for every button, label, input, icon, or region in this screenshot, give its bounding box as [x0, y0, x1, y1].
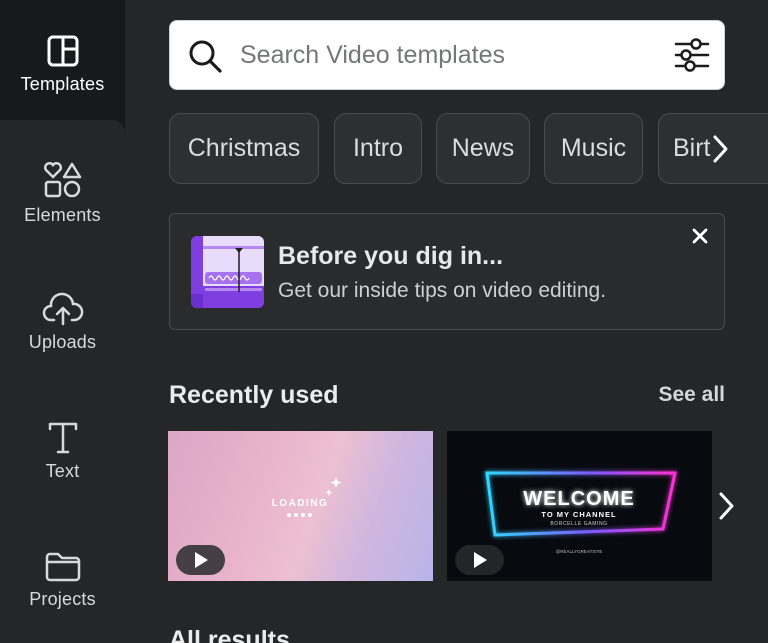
recently-used-heading: Recently used: [169, 381, 339, 409]
tips-banner[interactable]: Before you dig in... Get our inside tips…: [169, 213, 725, 330]
welcome-text: WELCOME: [523, 488, 634, 510]
sidebar-item-label: Elements: [24, 205, 101, 225]
sidebar-item-text[interactable]: Text: [0, 387, 125, 516]
channel-text: TO MY CHANNEL: [541, 510, 616, 519]
loading-text: LOADING: [272, 498, 329, 509]
sidebar-item-label: Templates: [20, 74, 105, 94]
play-icon: [473, 552, 487, 568]
app: Templates Elements Uploads Text Projects…: [0, 0, 768, 643]
sidebar-item-label: Text: [45, 461, 80, 481]
all-results-heading: All results: [169, 626, 290, 643]
handle-text: @REALLYGREATSITE: [556, 549, 603, 554]
search-icon[interactable]: [188, 39, 222, 78]
sidebar-item-label: Projects: [29, 589, 96, 609]
video-editing-thumbnail: [191, 236, 264, 308]
sidebar-item-elements[interactable]: Elements: [0, 129, 125, 258]
chevron-right-icon[interactable]: [711, 489, 741, 523]
template-card[interactable]: WELCOME TO MY CHANNEL BORCELLE GAMING @R…: [447, 431, 712, 581]
play-button[interactable]: [176, 545, 225, 575]
chevron-right-icon[interactable]: [705, 132, 735, 166]
cloud-upload-icon: [42, 292, 84, 326]
category-chips: Christmas Intro News Music Birt: [169, 113, 768, 185]
sidebar-item-uploads[interactable]: Uploads: [0, 258, 125, 387]
brand-text: BORCELLE GAMING: [550, 521, 607, 527]
search-bar: [169, 20, 725, 90]
sidebar-item-templates[interactable]: Templates: [0, 0, 125, 129]
chip-intro[interactable]: Intro: [334, 113, 422, 184]
tip-title: Before you dig in...: [278, 242, 504, 270]
template-card[interactable]: LOADING: [168, 431, 433, 581]
filter-sliders-icon[interactable]: [674, 37, 710, 78]
layout-icon: [46, 34, 80, 68]
sidebar-item-projects[interactable]: Projects: [0, 516, 125, 643]
see-all-link[interactable]: See all: [658, 383, 725, 407]
folder-icon: [44, 551, 82, 583]
text-t-icon: [47, 421, 79, 455]
play-icon: [194, 552, 208, 568]
templates-panel: Christmas Intro News Music Birt: [125, 0, 768, 643]
tip-subtitle: Get our inside tips on video editing.: [278, 279, 607, 302]
shapes-icon: [43, 161, 83, 199]
sidebar: Templates Elements Uploads Text Projects: [0, 0, 125, 643]
chip-news[interactable]: News: [436, 113, 530, 184]
chip-christmas[interactable]: Christmas: [169, 113, 319, 184]
chip-music[interactable]: Music: [544, 113, 643, 184]
play-button[interactable]: [455, 545, 504, 575]
sidebar-item-label: Uploads: [28, 332, 97, 352]
search-input[interactable]: [240, 35, 660, 75]
close-icon[interactable]: [690, 226, 710, 248]
